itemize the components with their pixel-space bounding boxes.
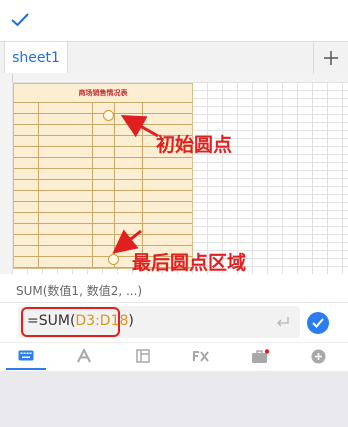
formula-range: D3:D18 [75, 313, 129, 329]
bottom-toolbar [0, 342, 348, 371]
formula-text[interactable]: =SUM(D3:D18) [27, 313, 134, 329]
table-layout-icon[interactable] [123, 342, 163, 370]
function-hint: SUM(数值1, 数值2, ...) [0, 280, 348, 302]
start-annotation-label: 初始圆点 [156, 134, 233, 156]
toolbox-icon[interactable] [240, 342, 280, 370]
end-annotation-label: 最后圆点区域 [132, 252, 247, 274]
keyboard-icon[interactable] [6, 342, 46, 370]
divider [0, 302, 348, 303]
confirm-button[interactable] [307, 312, 329, 334]
return-icon[interactable] [266, 306, 300, 338]
formula-suffix: ) [128, 313, 134, 329]
formula-prefix: =SUM( [27, 313, 76, 329]
keyboard-area [0, 371, 348, 427]
fx-icon[interactable] [181, 342, 221, 370]
add-circle-icon[interactable] [298, 342, 338, 370]
font-icon[interactable] [64, 342, 104, 370]
start-arrow [120, 115, 159, 138]
check-icon [312, 318, 324, 328]
